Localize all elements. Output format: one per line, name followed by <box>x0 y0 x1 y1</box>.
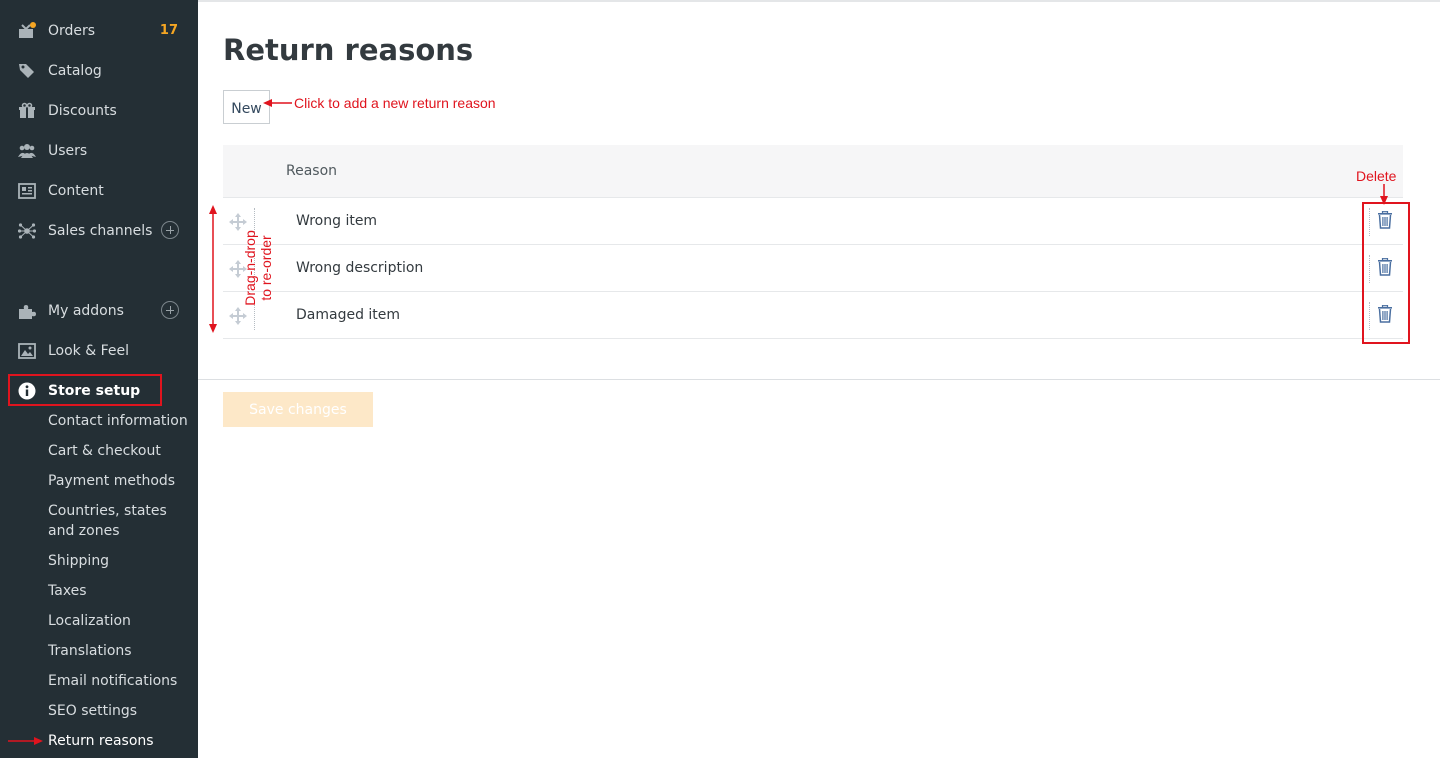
sidebar-item-label: Content <box>48 183 104 199</box>
sidebar-item-discounts[interactable]: Discounts <box>0 96 198 126</box>
orders-count-badge: 17 <box>159 23 178 38</box>
sidebar-item-users[interactable]: Users <box>0 136 198 166</box>
drag-hint-double-arrow-icon <box>209 205 217 333</box>
image-icon <box>18 343 36 359</box>
users-icon <box>18 144 36 158</box>
reason-text[interactable]: Damaged item <box>296 306 400 324</box>
submenu-shipping[interactable]: Shipping <box>48 551 188 571</box>
sidebar-item-look-and-feel[interactable]: Look & Feel <box>0 336 198 366</box>
network-icon <box>18 223 36 239</box>
table-header: Reason <box>223 145 1403 198</box>
submenu-translations[interactable]: Translations <box>48 641 188 661</box>
row-separator <box>1369 255 1370 283</box>
content-icon <box>18 183 36 199</box>
content-divider <box>198 379 1440 380</box>
row-separator <box>1369 208 1370 236</box>
sidebar-item-label: Store setup <box>48 383 141 399</box>
delete-hint-annotation: Delete <box>1356 168 1397 184</box>
page-title: Return reasons <box>223 33 474 67</box>
sidebar: Orders 17 Catalog Discounts Users Conten… <box>0 0 198 758</box>
table-row: Wrong item <box>223 198 1403 245</box>
drag-handle-icon[interactable] <box>228 306 248 326</box>
reason-text[interactable]: Wrong description <box>296 259 423 277</box>
gift-icon <box>19 102 35 118</box>
sidebar-item-label: Users <box>48 143 88 159</box>
new-hint-arrow-icon <box>263 99 292 107</box>
sidebar-item-my-addons[interactable]: My addons <box>0 296 198 326</box>
table-row: Wrong description <box>223 245 1403 292</box>
add-sales-channel-icon[interactable] <box>161 221 179 239</box>
tag-icon <box>19 64 34 78</box>
submenu-countries-states-zones[interactable]: Countries, states and zones <box>48 501 168 541</box>
delete-icon[interactable] <box>1377 305 1393 323</box>
reason-text[interactable]: Wrong item <box>296 212 377 230</box>
app-window: Orders 17 Catalog Discounts Users Conten… <box>0 0 1440 758</box>
return-reasons-pointer-arrow-icon <box>8 737 43 745</box>
save-changes-button[interactable]: Save changes <box>223 392 373 427</box>
sidebar-item-label: Catalog <box>48 63 102 79</box>
sidebar-item-orders[interactable]: Orders 17 <box>0 16 198 46</box>
sidebar-item-catalog[interactable]: Catalog <box>0 56 198 86</box>
drag-handle-icon[interactable] <box>228 212 248 232</box>
sidebar-item-content[interactable]: Content <box>0 176 198 206</box>
row-separator <box>1369 302 1370 330</box>
orders-icon <box>19 22 36 38</box>
drag-hint-line-2: to re-order <box>258 235 274 301</box>
puzzle-icon <box>19 305 36 319</box>
delete-icon[interactable] <box>1377 258 1393 276</box>
submenu-cart-checkout[interactable]: Cart & checkout <box>48 441 188 461</box>
submenu-return-reasons[interactable]: Return reasons <box>48 731 188 751</box>
row-separator <box>254 302 255 330</box>
sidebar-item-label: Look & Feel <box>48 343 130 359</box>
sidebar-item-label: Discounts <box>48 103 117 119</box>
info-icon <box>18 382 36 400</box>
table-row: Damaged item <box>223 292 1403 339</box>
submenu-payment-methods[interactable]: Payment methods <box>48 471 188 491</box>
submenu-seo-settings[interactable]: SEO settings <box>48 701 188 721</box>
submenu-taxes[interactable]: Taxes <box>48 581 188 601</box>
sidebar-item-label: Orders <box>48 23 96 39</box>
submenu-localization[interactable]: Localization <box>48 611 188 631</box>
top-border <box>198 0 1440 2</box>
sidebar-item-store-setup[interactable]: Store setup <box>0 376 198 406</box>
delete-hint-arrow-icon <box>1380 184 1388 205</box>
drag-hint-line-1: Drag-n-drop <box>242 230 258 306</box>
return-reasons-table: Reason Wrong item Wrong description Dama… <box>223 145 1403 339</box>
delete-icon[interactable] <box>1377 211 1393 229</box>
add-addon-icon[interactable] <box>161 301 179 319</box>
new-hint-annotation: Click to add a new return reason <box>294 95 496 111</box>
submenu-email-notifications[interactable]: Email notifications <box>48 671 188 691</box>
sidebar-item-label: Sales channels <box>48 223 153 239</box>
submenu-contact-information[interactable]: Contact information <box>48 411 188 431</box>
sidebar-item-label: My addons <box>48 303 124 319</box>
column-header-reason: Reason <box>286 163 338 179</box>
sidebar-item-sales-channels[interactable]: Sales channels <box>0 216 198 246</box>
drag-hint-annotation: Drag-n-drop to re-order <box>238 230 278 306</box>
